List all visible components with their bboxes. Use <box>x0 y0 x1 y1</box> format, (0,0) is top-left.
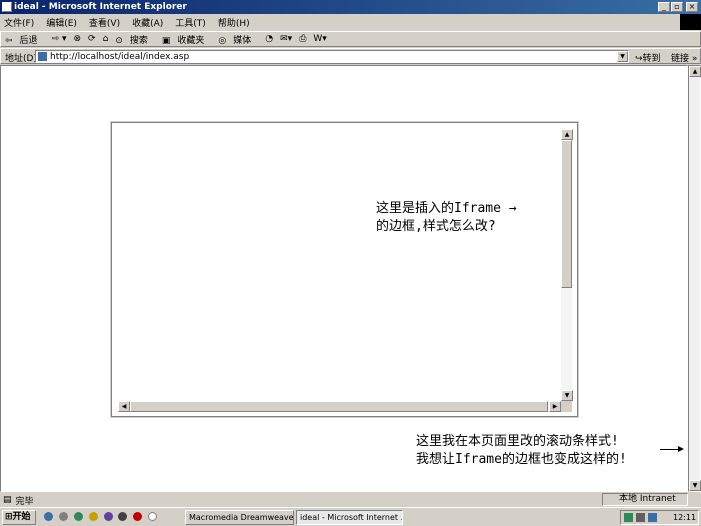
player-icon[interactable] <box>118 512 128 521</box>
scroll-thumb[interactable] <box>561 140 572 288</box>
iframe-vertical-scrollbar[interactable]: ▲ ▼ <box>561 129 573 401</box>
go-button[interactable]: ↪转到 <box>635 51 661 64</box>
page-icon <box>38 52 47 61</box>
quick-launch <box>44 512 160 524</box>
page-scroll-down-icon[interactable]: ▼ <box>689 480 701 491</box>
page-note: 这里我在本页面里改的滚动条样式! 我想让Iframe的边框也变成这样的! <box>416 434 627 467</box>
forward-button[interactable]: ⇨ ▾ <box>52 34 67 44</box>
done-icon: ▤ <box>3 495 12 505</box>
favorites-icon: ▣ <box>161 35 171 46</box>
history-button[interactable]: ◔ <box>265 34 273 44</box>
iframe-horizontal-scrollbar[interactable]: ◀ ▶ <box>118 401 561 412</box>
app-icon[interactable] <box>88 512 98 521</box>
arrowhead-icon <box>678 446 684 452</box>
close-button[interactable]: × <box>686 2 698 12</box>
page-vertical-scrollbar[interactable]: ▲ ▼ <box>688 65 701 492</box>
zone-indicator: 本地 Intranet <box>602 493 688 506</box>
scroll-left-arrow-icon[interactable]: ◀ <box>118 401 130 412</box>
page-scroll-up-icon[interactable]: ▲ <box>689 66 701 77</box>
status-text: 完毕 <box>15 496 34 507</box>
scroll-corner <box>561 401 572 412</box>
scroll-right-arrow-icon[interactable]: ▶ <box>549 401 561 412</box>
windows-logo-icon <box>680 14 701 30</box>
go-arrow-icon: ↪ <box>635 54 643 64</box>
links-button[interactable]: 链接 » <box>671 51 697 64</box>
minimize-button[interactable]: _ <box>658 2 670 12</box>
chevron-down-icon[interactable]: ▼ <box>617 51 628 62</box>
input-method-icon[interactable] <box>648 513 657 522</box>
scroll-h-thumb[interactable] <box>130 401 548 412</box>
refresh-button[interactable]: ⟳ <box>88 34 96 44</box>
home-button[interactable]: ⌂ <box>103 34 109 44</box>
menu-tools[interactable]: 工具(T) <box>175 16 206 29</box>
speaker-icon[interactable] <box>636 513 645 522</box>
task-dreamweaver[interactable]: Macromedia Dreamweave... <box>185 510 294 525</box>
tray-icon[interactable] <box>624 513 633 522</box>
iframe-note: 这里是插入的Iframe → 的边框,样式怎么改? <box>376 201 517 234</box>
ie-launch-icon[interactable] <box>44 512 53 521</box>
scroll-up-arrow-icon[interactable]: ▲ <box>561 129 573 140</box>
menu-edit[interactable]: 编辑(E) <box>46 16 77 29</box>
media-button[interactable]: ◎ 媒体 <box>218 33 258 46</box>
menu-file[interactable]: 文件(F) <box>4 16 34 29</box>
menu-favorites[interactable]: 收藏(A) <box>132 16 163 29</box>
stop-button[interactable]: ⊗ <box>73 34 81 44</box>
status-bar: ▤ 完毕 本地 Intranet <box>0 493 701 507</box>
edit-button[interactable]: W▾ <box>313 34 326 44</box>
window-title: ideal - Microsoft Internet Explorer <box>14 2 187 12</box>
menu-bar: 文件(F) 编辑(E) 查看(V) 收藏(A) 工具(T) 帮助(H) <box>0 14 680 30</box>
title-bar[interactable]: ideal - Microsoft Internet Explorer <box>0 0 701 14</box>
back-button[interactable]: ⇦ 后退 <box>5 33 45 46</box>
print-button[interactable]: ⎙ <box>299 34 306 44</box>
ie-icon <box>2 2 12 12</box>
clock: 12:11 <box>673 513 697 522</box>
menu-view[interactable]: 查看(V) <box>89 16 120 29</box>
notepad-icon[interactable] <box>148 512 158 521</box>
mail-button[interactable]: ✉▾ <box>280 34 292 44</box>
search-icon: ⊙ <box>115 35 123 46</box>
system-tray: 12:11 <box>620 510 699 525</box>
address-url: http://localhost/ideal/index.asp <box>50 52 190 62</box>
dreamweaver-icon[interactable] <box>73 512 83 521</box>
menu-help[interactable]: 帮助(H) <box>218 16 250 29</box>
media-icon: ◎ <box>218 35 227 46</box>
address-field[interactable]: http://localhost/ideal/index.asp ▼ <box>35 50 629 63</box>
task-ie[interactable]: ideal - Microsoft Internet ... <box>296 510 403 525</box>
address-label: 地址(D) <box>5 54 37 64</box>
windows-flag-icon: ⊞ <box>5 512 13 522</box>
scroll-down-arrow-icon[interactable]: ▼ <box>561 390 573 401</box>
desktop-icon[interactable] <box>58 512 68 521</box>
address-bar: 地址(D) http://localhost/ideal/index.asp ▼… <box>0 48 701 64</box>
favorites-button[interactable]: ▣ 收藏夹 <box>162 33 212 46</box>
standard-toolbar: ⇦ 后退 ⇨ ▾ ⊗ ⟳ ⌂ ⊙ 搜索 ▣ 收藏夹 ◎ 媒体 ◔ ✉▾ ⎙ W▾ <box>0 31 701 47</box>
start-button[interactable]: ⊞开始 <box>2 510 36 525</box>
tool-icon[interactable] <box>103 512 113 521</box>
iframe-box: ▲ ▼ ◀ ▶ <box>110 121 579 418</box>
back-arrow-icon: ⇦ <box>5 35 13 46</box>
taskbar: ⊞开始 Macromedia Dreamweave... ideal - Mic… <box>0 507 701 526</box>
record-icon[interactable] <box>133 512 143 521</box>
maximize-button[interactable]: ▫ <box>671 2 683 12</box>
search-button[interactable]: ⊙ 搜索 <box>115 33 155 46</box>
